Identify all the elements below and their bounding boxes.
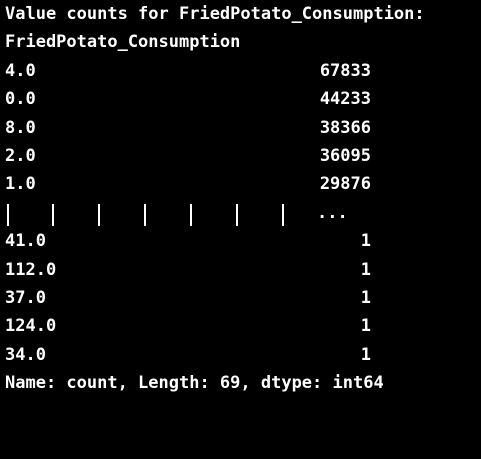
table-row: 4.0 67833 bbox=[5, 57, 481, 85]
truncation-bar bbox=[236, 203, 238, 226]
row-value: 1.0 bbox=[5, 174, 36, 195]
truncation-bars bbox=[7, 203, 297, 226]
row-value: 37.0 bbox=[5, 287, 46, 308]
row-count: 1 bbox=[360, 344, 371, 365]
terminal-output: Value counts for FriedPotato_Consumption… bbox=[5, 0, 481, 397]
table-row: 124.0 1 bbox=[5, 312, 481, 340]
row-value: 8.0 bbox=[5, 117, 36, 138]
row-value: 2.0 bbox=[5, 145, 36, 166]
row-value: 4.0 bbox=[5, 60, 36, 81]
ellipsis-row: ... bbox=[5, 199, 481, 227]
row-count: 29876 bbox=[319, 174, 371, 195]
row-count: 36095 bbox=[319, 145, 371, 166]
table-row: 41.0 1 bbox=[5, 227, 481, 255]
footer-line: Name: count, Length: 69, dtype: int64 bbox=[5, 373, 384, 394]
table-row: 112.0 1 bbox=[5, 256, 481, 284]
header-line: Value counts for FriedPotato_Consumption… bbox=[5, 4, 425, 24]
table-row: 2.0 36095 bbox=[5, 142, 481, 170]
truncation-bar bbox=[144, 203, 146, 226]
truncation-bar bbox=[52, 203, 54, 226]
table-row: 0.0 44233 bbox=[5, 85, 481, 113]
row-count: 1 bbox=[360, 231, 371, 252]
truncation-bar bbox=[282, 203, 284, 226]
row-count: 1 bbox=[360, 316, 371, 337]
row-count: 38366 bbox=[319, 117, 371, 138]
truncation-bar bbox=[7, 203, 9, 226]
table-row: 8.0 38366 bbox=[5, 114, 481, 142]
index-name-line: FriedPotato_Consumption bbox=[5, 32, 241, 53]
row-value: 0.0 bbox=[5, 89, 36, 110]
row-value: 124.0 bbox=[5, 316, 57, 337]
row-value: 41.0 bbox=[5, 231, 46, 252]
table-row: 1.0 29876 bbox=[5, 170, 481, 198]
table-row: 34.0 1 bbox=[5, 341, 481, 369]
table-row: 37.0 1 bbox=[5, 284, 481, 312]
row-count: 1 bbox=[360, 287, 371, 308]
row-value: 112.0 bbox=[5, 259, 57, 280]
ellipsis: ... bbox=[317, 202, 348, 223]
row-value: 34.0 bbox=[5, 344, 46, 365]
row-count: 67833 bbox=[319, 60, 371, 81]
truncation-bar bbox=[190, 203, 192, 226]
truncation-bar bbox=[98, 203, 100, 226]
row-count: 44233 bbox=[319, 89, 371, 110]
row-count: 1 bbox=[360, 259, 371, 280]
